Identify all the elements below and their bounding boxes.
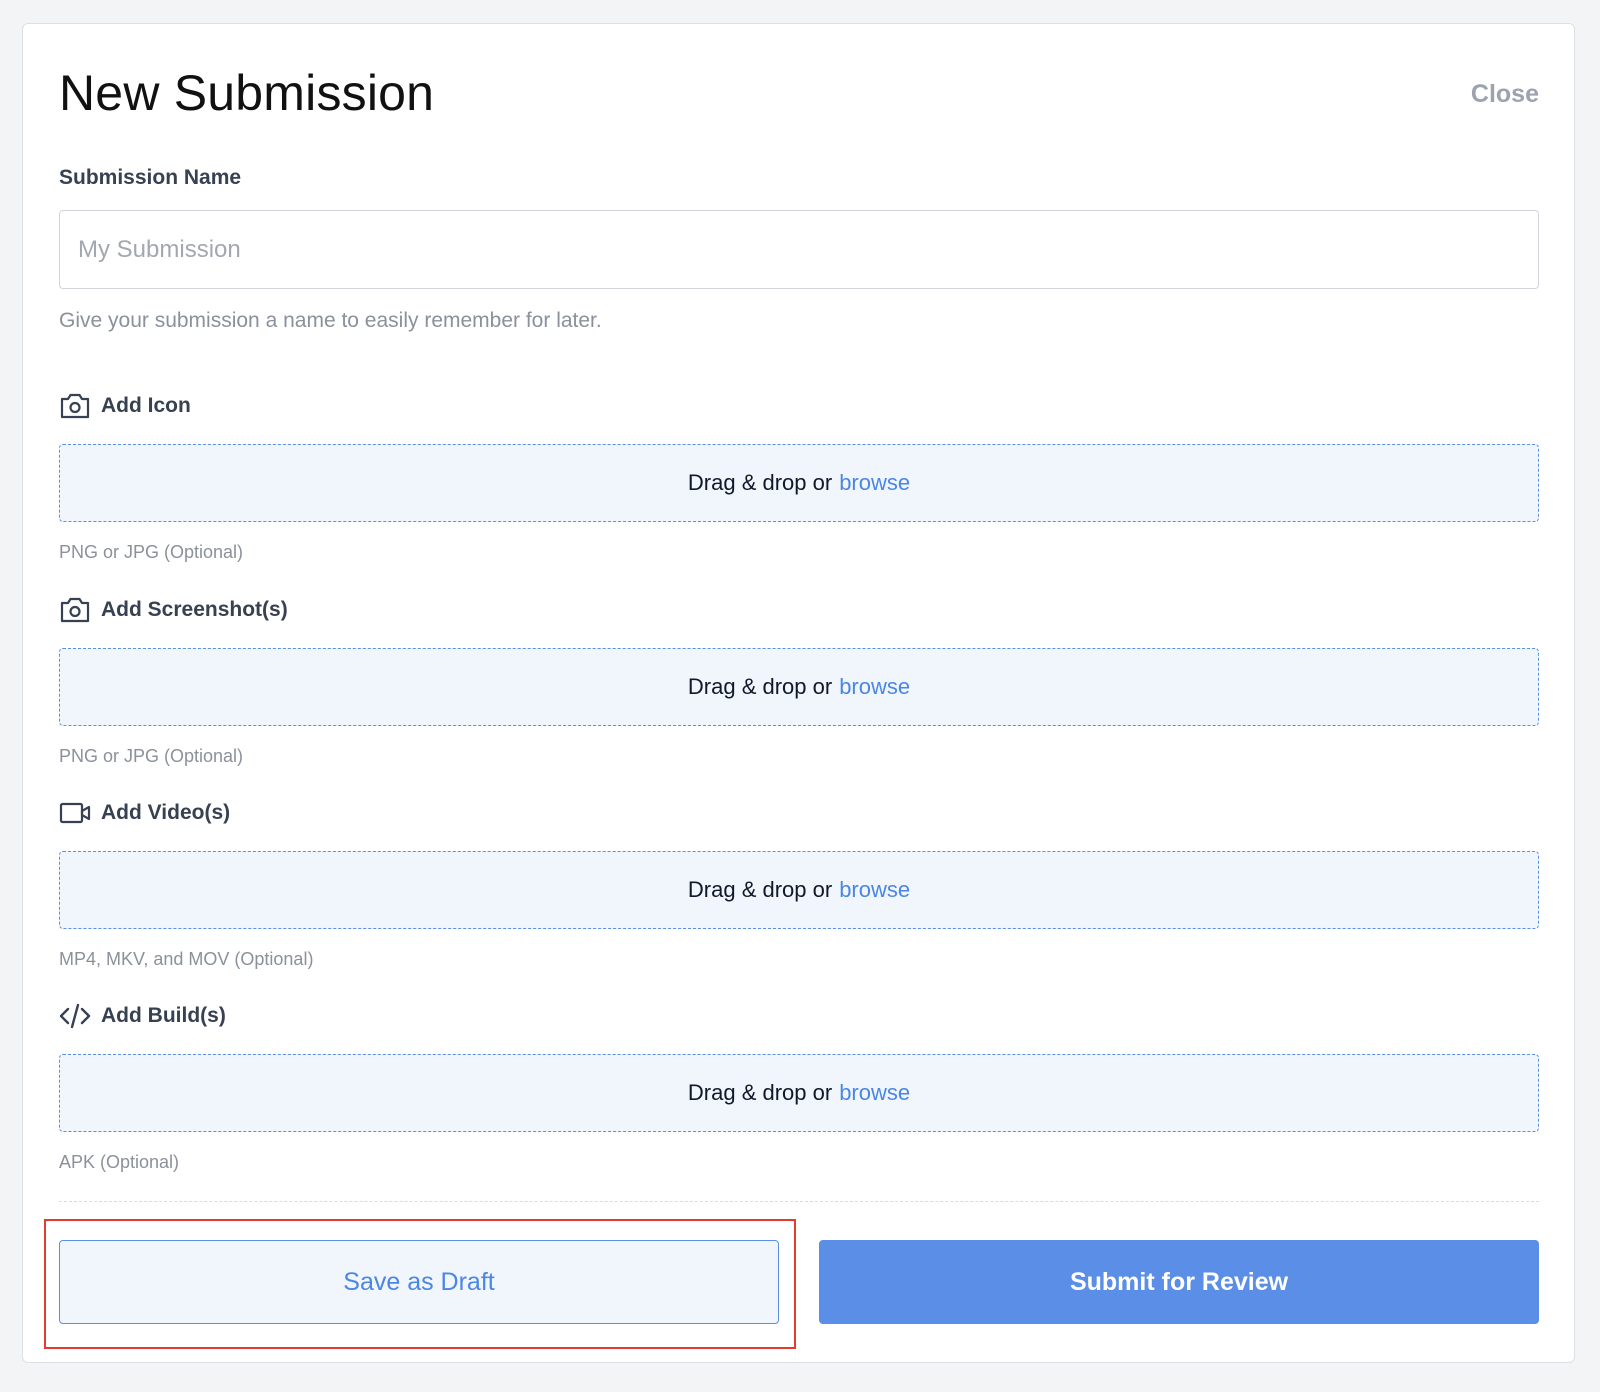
upload-section-header: Add Screenshot(s)	[59, 594, 1539, 626]
page-title: New Submission	[59, 65, 435, 121]
dropzone-text: Drag & drop or	[687, 877, 833, 902]
code-icon	[59, 1000, 91, 1032]
submission-modal: New Submission Close Submission Name Giv…	[22, 23, 1575, 1363]
footer-divider	[59, 1201, 1539, 1202]
screenshots-dropzone[interactable]: Drag & drop or browse	[59, 648, 1539, 726]
upload-section-label: Add Screenshot(s)	[101, 598, 288, 621]
submission-name-help: Give your submission a name to easily re…	[59, 309, 602, 332]
builds-dropzone[interactable]: Drag & drop or browse	[59, 1054, 1539, 1132]
submit-for-review-button[interactable]: Submit for Review	[819, 1240, 1539, 1324]
browse-link[interactable]: browse	[839, 470, 910, 496]
save-as-draft-button[interactable]: Save as Draft	[59, 1240, 779, 1324]
upload-hint: APK (Optional)	[59, 1152, 180, 1172]
upload-section-icon: Add Icon Drag & drop or browse PNG or JP…	[59, 390, 1539, 563]
upload-section-label: Add Build(s)	[101, 1004, 226, 1027]
upload-hint: MP4, MKV, and MOV (Optional)	[59, 949, 314, 969]
upload-hint: PNG or JPG (Optional)	[59, 542, 244, 562]
icon-dropzone[interactable]: Drag & drop or browse	[59, 444, 1539, 522]
upload-section-videos: Add Video(s) Drag & drop or browse MP4, …	[59, 797, 1539, 970]
upload-section-label: Add Video(s)	[101, 801, 231, 824]
dropzone-text: Drag & drop or	[687, 470, 833, 495]
camera-icon	[59, 594, 91, 626]
browse-link[interactable]: browse	[839, 1080, 910, 1106]
upload-section-header: Add Video(s)	[59, 797, 1539, 829]
upload-hint: PNG or JPG (Optional)	[59, 746, 244, 766]
upload-section-header: Add Build(s)	[59, 1000, 1539, 1032]
modal-body: New Submission Close Submission Name Giv…	[59, 24, 1539, 1324]
modal-header: New Submission Close	[59, 24, 1539, 154]
close-button[interactable]: Close	[1471, 80, 1539, 109]
dropzone-text: Drag & drop or	[687, 1080, 833, 1105]
submission-name-input[interactable]	[59, 210, 1539, 289]
upload-section-header: Add Icon	[59, 390, 1539, 422]
upload-section-label: Add Icon	[101, 394, 191, 417]
browse-link[interactable]: browse	[839, 877, 910, 903]
submission-name-label: Submission Name	[59, 166, 242, 189]
camera-icon	[59, 390, 91, 422]
videos-dropzone[interactable]: Drag & drop or browse	[59, 851, 1539, 929]
dropzone-text: Drag & drop or	[687, 674, 833, 699]
upload-section-builds: Add Build(s) Drag & drop or browse APK (…	[59, 1000, 1539, 1173]
browse-link[interactable]: browse	[839, 674, 910, 700]
upload-section-screenshots: Add Screenshot(s) Drag & drop or browse …	[59, 594, 1539, 767]
video-camera-icon	[59, 797, 91, 829]
